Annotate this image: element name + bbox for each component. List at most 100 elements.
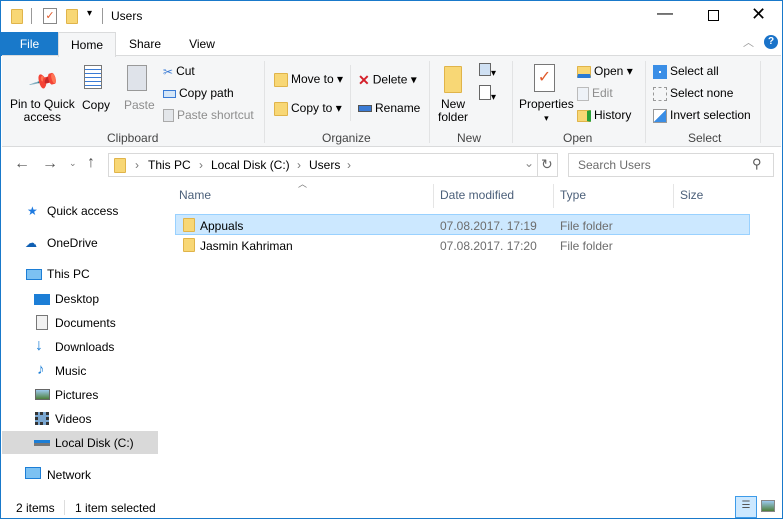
paste-shortcut-label: Paste shortcut bbox=[177, 108, 254, 122]
tab-home[interactable]: Home bbox=[58, 32, 116, 57]
folder-icon bbox=[114, 158, 126, 173]
large-icons-view-button[interactable] bbox=[761, 500, 775, 512]
paste-shortcut-button[interactable]: Paste shortcut bbox=[163, 108, 254, 123]
up-button[interactable]: ↑ bbox=[87, 154, 95, 172]
help-icon[interactable]: ? bbox=[764, 35, 778, 49]
cut-button[interactable]: ✂ Cut bbox=[163, 64, 195, 79]
copy-button[interactable]: Copy bbox=[82, 98, 110, 112]
nav-videos[interactable]: Videos bbox=[55, 412, 91, 426]
column-divider[interactable] bbox=[433, 184, 434, 208]
pin-to-quick-access-button[interactable]: Pin to Quick access bbox=[10, 98, 75, 124]
breadcrumb-users[interactable]: Users bbox=[309, 158, 340, 172]
sort-ascending-icon: ︿ bbox=[298, 179, 308, 189]
minimize-button[interactable]: — bbox=[657, 5, 673, 23]
recent-locations-button[interactable]: ⌄ bbox=[69, 158, 77, 169]
easy-access-button[interactable]: ▾ bbox=[479, 85, 496, 103]
properties-qat-icon[interactable]: ✓ bbox=[43, 8, 57, 24]
column-divider[interactable] bbox=[553, 184, 554, 208]
address-bar[interactable]: › This PC › Local Disk (C:) › Users › ⌄ … bbox=[108, 153, 558, 177]
file-name: Jasmin Kahriman bbox=[200, 239, 293, 253]
column-header-type[interactable]: Type bbox=[560, 188, 586, 202]
tab-view[interactable]: View bbox=[179, 32, 225, 56]
nav-this-pc[interactable]: This PC bbox=[47, 267, 90, 281]
refresh-button[interactable]: ↻ bbox=[541, 156, 553, 173]
group-label-clipboard: Clipboard bbox=[107, 131, 159, 145]
search-placeholder: Search Users bbox=[578, 158, 651, 172]
nav-quick-access[interactable]: Quick access bbox=[47, 204, 118, 218]
divider bbox=[760, 61, 761, 143]
details-view-button[interactable]: ☰ bbox=[735, 496, 757, 518]
divider bbox=[31, 8, 32, 24]
divider bbox=[350, 65, 351, 121]
column-header-size[interactable]: Size bbox=[680, 188, 703, 202]
nav-documents[interactable]: Documents bbox=[55, 316, 116, 330]
file-row[interactable]: Jasmin Kahriman 07.08.2017. 17:20 File f… bbox=[175, 235, 750, 256]
paste-icon bbox=[127, 65, 147, 91]
nav-network[interactable]: Network bbox=[47, 468, 91, 482]
chevron-right-icon: › bbox=[135, 158, 139, 172]
invert-selection-button[interactable]: Invert selection bbox=[653, 108, 751, 123]
move-to-icon bbox=[274, 72, 288, 87]
collapse-ribbon-icon[interactable]: ︿ bbox=[743, 34, 754, 50]
music-icon: ♪ bbox=[37, 361, 45, 378]
file-type: File folder bbox=[560, 219, 613, 233]
status-selected-count: 1 item selected bbox=[75, 501, 156, 515]
pictures-icon bbox=[35, 389, 50, 400]
divider bbox=[512, 61, 513, 143]
select-all-button[interactable]: Select all bbox=[653, 64, 719, 79]
properties-button[interactable]: Properties ▾ bbox=[519, 98, 574, 125]
new-item-button[interactable]: ▾ bbox=[479, 63, 496, 79]
maximize-button[interactable] bbox=[708, 10, 719, 21]
copy-to-button[interactable]: Copy to ▾ bbox=[274, 101, 342, 116]
cloud-icon: ☁ bbox=[25, 236, 37, 250]
nav-music[interactable]: Music bbox=[55, 364, 86, 378]
pin-label-1: Pin to Quick bbox=[10, 97, 75, 111]
open-label: Open bbox=[594, 64, 624, 78]
address-dropdown-icon[interactable]: ⌄ bbox=[524, 156, 534, 170]
group-label-organize: Organize bbox=[322, 131, 371, 145]
column-header-date[interactable]: Date modified bbox=[440, 188, 514, 202]
documents-icon bbox=[36, 315, 48, 330]
search-input[interactable]: Search Users ⚲ bbox=[568, 153, 774, 177]
invert-selection-icon bbox=[653, 108, 667, 123]
copy-path-button[interactable]: Copy path bbox=[163, 86, 234, 100]
forward-button[interactable]: → bbox=[42, 155, 58, 173]
videos-icon bbox=[35, 412, 49, 425]
select-none-button[interactable]: Select none bbox=[653, 86, 733, 101]
edit-button[interactable]: Edit bbox=[577, 86, 613, 101]
new-folder-qat-icon[interactable] bbox=[66, 9, 78, 24]
easy-access-icon bbox=[479, 85, 491, 100]
history-button[interactable]: History bbox=[577, 108, 631, 122]
new-item-icon bbox=[479, 63, 491, 76]
open-button[interactable]: Open ▾ bbox=[577, 64, 633, 78]
chevron-right-icon: › bbox=[297, 158, 301, 172]
tab-share[interactable]: Share bbox=[121, 32, 169, 56]
tab-file[interactable]: File bbox=[1, 32, 58, 56]
folder-icon bbox=[183, 238, 195, 252]
back-button[interactable]: ← bbox=[14, 155, 30, 173]
divider bbox=[645, 61, 646, 143]
download-icon: ↓ bbox=[35, 337, 43, 354]
close-button[interactable]: ✕ bbox=[751, 4, 766, 25]
new-folder-button[interactable]: New folder bbox=[438, 98, 468, 124]
column-divider[interactable] bbox=[673, 184, 674, 208]
paste-button[interactable]: Paste bbox=[124, 98, 155, 112]
cut-label: Cut bbox=[176, 64, 195, 78]
nav-downloads[interactable]: Downloads bbox=[55, 340, 114, 354]
rename-button[interactable]: Rename bbox=[358, 101, 420, 115]
breadcrumb-local-disk[interactable]: Local Disk (C:) bbox=[211, 158, 290, 172]
copy-path-label: Copy path bbox=[179, 86, 234, 100]
nav-desktop[interactable]: Desktop bbox=[55, 292, 99, 306]
file-name: Appuals bbox=[200, 219, 244, 233]
customize-qat-icon[interactable]: ▾ bbox=[87, 8, 92, 19]
column-header-name[interactable]: Name bbox=[179, 188, 211, 202]
group-label-select: Select bbox=[688, 131, 722, 145]
nav-onedrive[interactable]: OneDrive bbox=[47, 236, 98, 250]
delete-button[interactable]: ✕ Delete ▾ bbox=[358, 72, 417, 89]
nav-local-disk[interactable]: Local Disk (C:) bbox=[55, 436, 134, 450]
nav-pictures[interactable]: Pictures bbox=[55, 388, 98, 402]
breadcrumb-this-pc[interactable]: This PC bbox=[148, 158, 191, 172]
file-row-selected[interactable]: Appuals 07.08.2017. 17:19 File folder bbox=[175, 214, 750, 235]
delete-icon: ✕ bbox=[358, 72, 370, 88]
move-to-button[interactable]: Move to ▾ bbox=[274, 72, 343, 87]
